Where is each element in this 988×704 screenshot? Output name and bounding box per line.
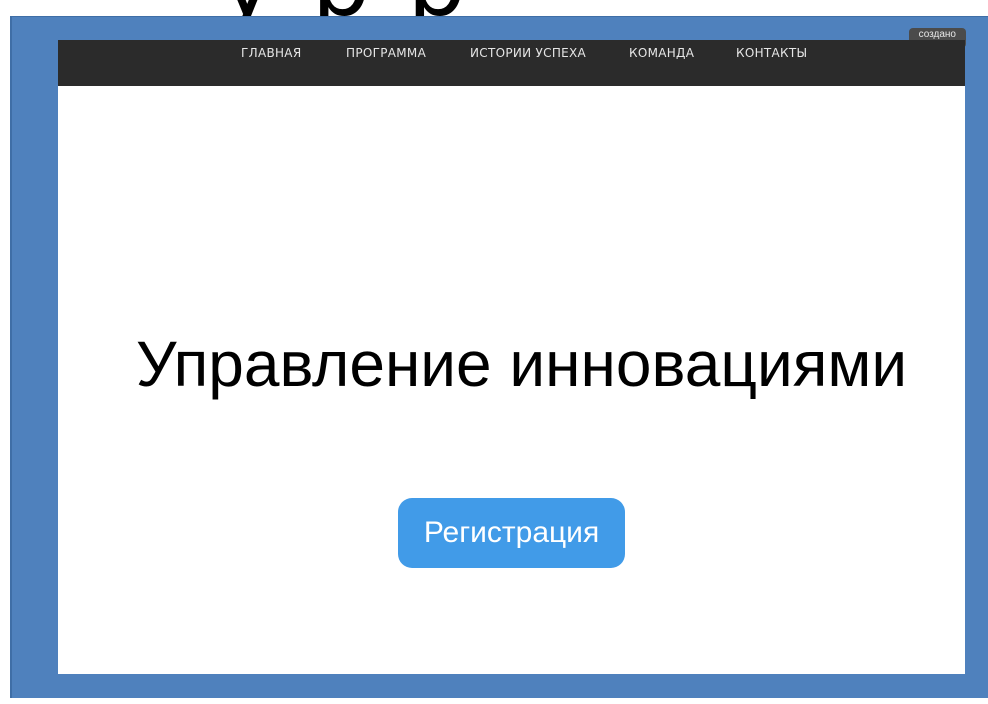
nav-item-team[interactable]: КОМАНДА: [629, 46, 694, 60]
top-navbar: ГЛАВНАЯ ПРОГРАММА ИСТОРИИ УСПЕХА КОМАНДА…: [58, 40, 965, 86]
nav-item-contacts[interactable]: КОНТАКТЫ: [736, 46, 807, 60]
nav-item-home[interactable]: ГЛАВНАЯ: [241, 46, 301, 60]
presentation-slide: у р р создано ГЛАВНАЯ ПРОГРАММА ИСТОРИИ …: [0, 0, 988, 704]
website-screenshot: ГЛАВНАЯ ПРОГРАММА ИСТОРИИ УСПЕХА КОМАНДА…: [58, 40, 965, 674]
nav-item-success-stories[interactable]: ИСТОРИИ УСПЕХА: [470, 46, 586, 60]
register-button[interactable]: Регистрация: [398, 498, 625, 568]
nav-item-program[interactable]: ПРОГРАММА: [346, 46, 426, 60]
hero-title: Управление инновациями: [135, 328, 908, 400]
